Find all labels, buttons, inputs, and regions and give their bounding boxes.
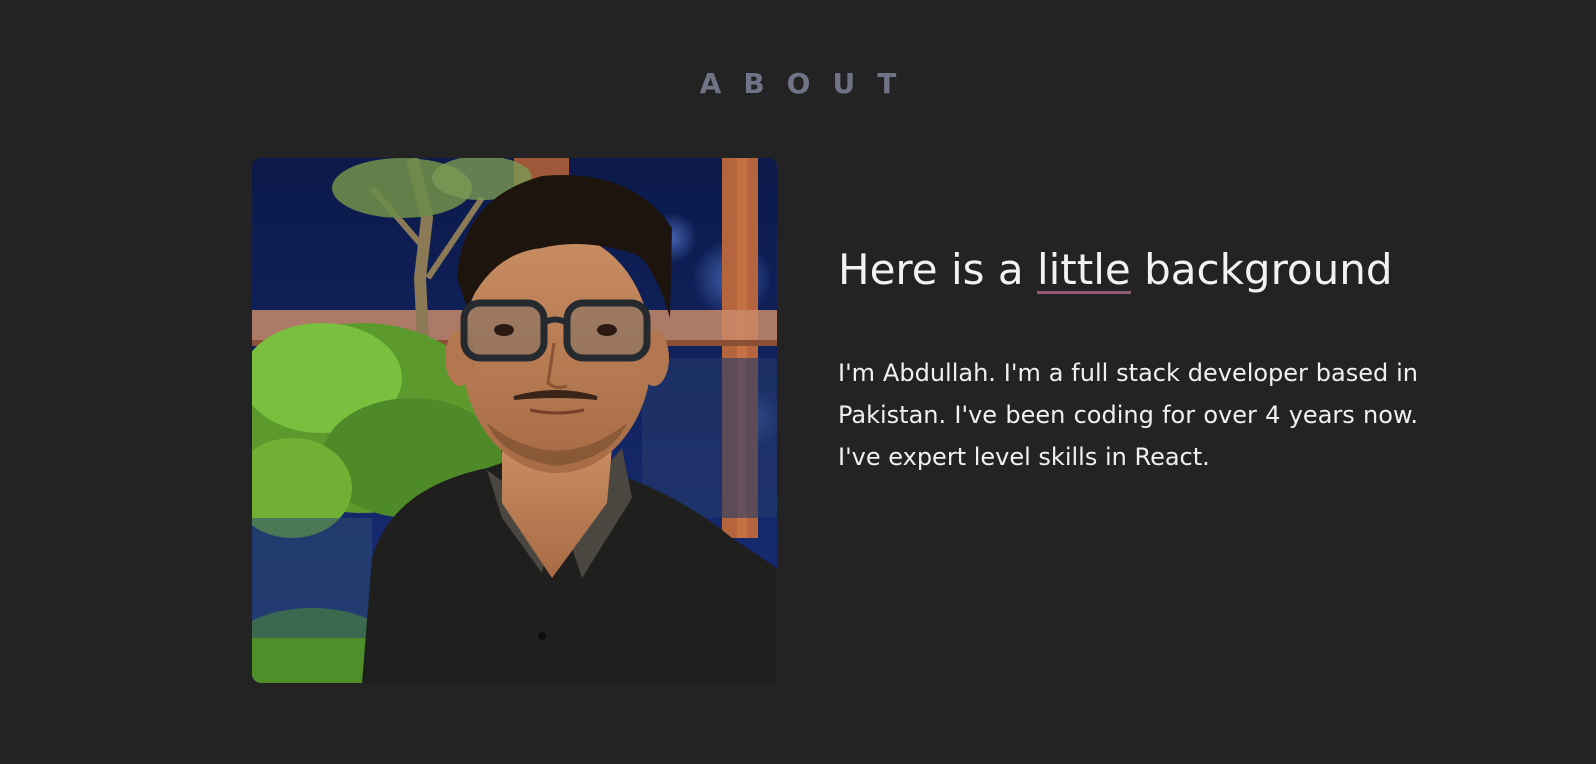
heading-highlight: little — [1036, 245, 1131, 294]
profile-photo — [252, 158, 777, 683]
bio-paragraph: I'm Abdullah. I'm a full stack developer… — [838, 359, 1418, 471]
heading-text-start: Here is a — [838, 245, 1037, 294]
about-text: Here is a little background I'm Abdullah… — [838, 240, 1418, 502]
heading-text-end: background — [1130, 245, 1393, 294]
section-title: ABOUT — [699, 67, 919, 101]
about-heading: Here is a little background — [838, 240, 1418, 300]
